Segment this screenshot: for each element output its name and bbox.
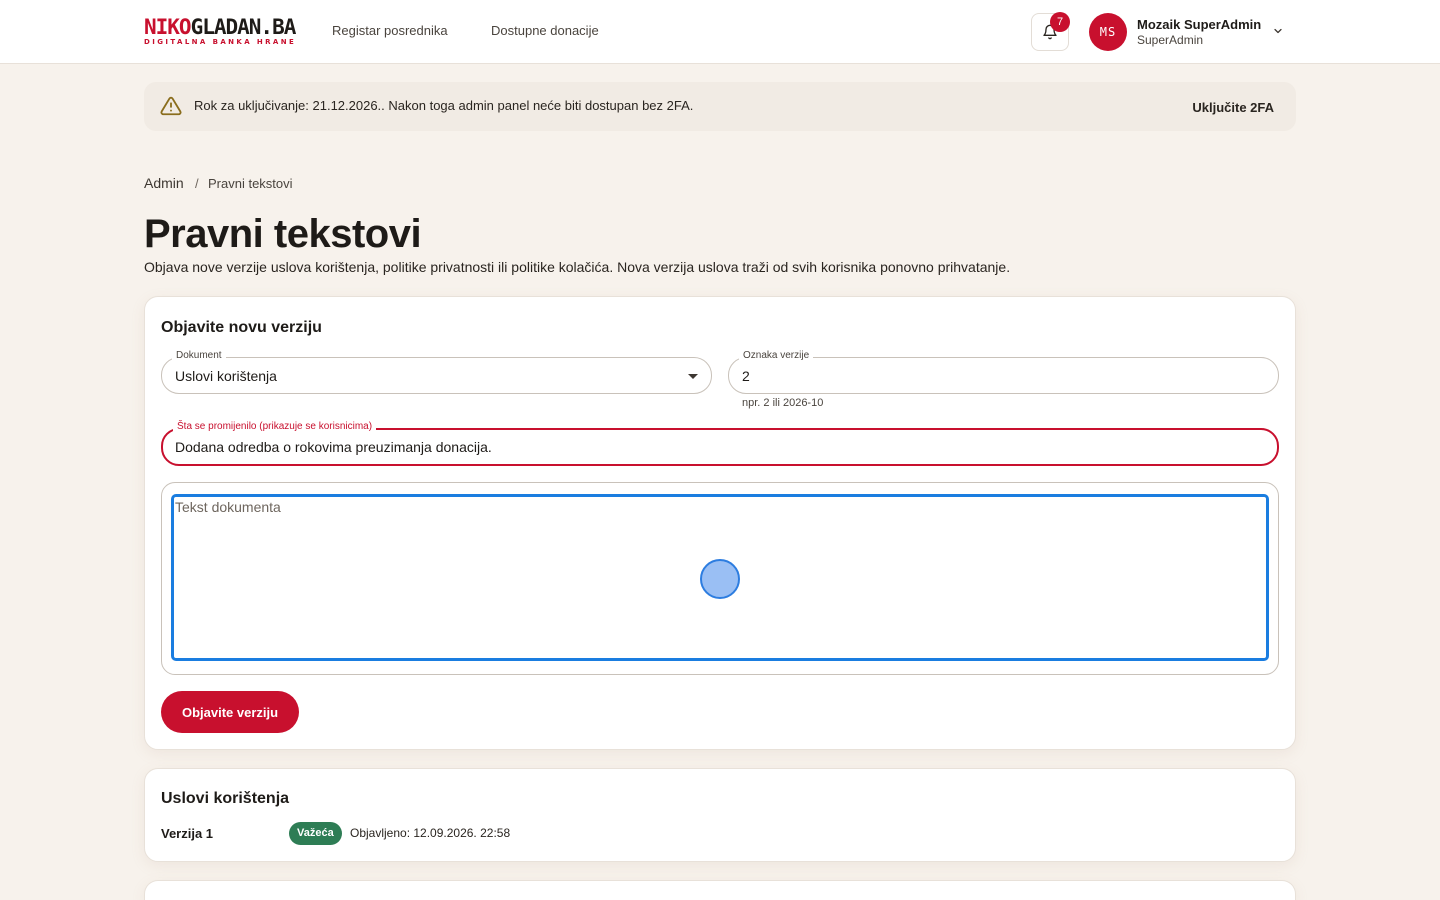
nav-dostupne-donacije[interactable]: Dostupne donacije [491, 23, 599, 38]
status-badge: Važeća [289, 822, 342, 845]
enable-2fa-button[interactable]: Uključite 2FA [1192, 100, 1274, 115]
changes-summary-input[interactable]: Šta se promijenilo (prikazuje se korisni… [161, 421, 1279, 466]
banner-message: Rok za uključivanje: 21.12.2026.. Nakon … [194, 98, 694, 113]
page-title: Pravni tekstovi [144, 212, 422, 256]
document-select-value: Uslovi korištenja [175, 368, 277, 384]
document-text-editor[interactable]: Tekst dokumenta [171, 494, 1269, 661]
logo[interactable]: NIKOGLADAN.BA DIGITALNA BANKA HRANE [144, 16, 296, 46]
caret-down-icon [688, 374, 698, 379]
terms-versions-card: Uslovi korištenja Verzija 1 Važeća Objav… [144, 768, 1296, 862]
changes-summary-label: Šta se promijenilo (prikazuje se korisni… [173, 421, 377, 432]
published-date: Objavljeno: 12.09.2026. 22:58 [350, 826, 511, 840]
user-role: SuperAdmin [1137, 33, 1204, 47]
publish-version-button[interactable]: Objavite verziju [161, 691, 299, 733]
publish-version-card: Objavite novu verziju Dokument Uslovi ko… [144, 296, 1296, 750]
page-description: Objava nove verzije uslova korištenja, p… [144, 259, 1011, 275]
breadcrumb-separator: / [195, 176, 199, 191]
pointer-cursor-indicator [700, 559, 740, 599]
top-bar: NIKOGLADAN.BA DIGITALNA BANKA HRANE Regi… [0, 0, 1440, 64]
document-select[interactable]: Dokument Uslovi korištenja [161, 350, 712, 394]
logo-tagline: DIGITALNA BANKA HRANE [144, 38, 297, 46]
publish-card-title: Objavite novu verziju [161, 319, 322, 336]
chevron-down-icon[interactable] [1272, 25, 1284, 37]
editor-placeholder: Tekst dokumenta [175, 499, 281, 515]
versions-card-title: Uslovi korištenja [161, 790, 290, 807]
breadcrumb-current: Pravni tekstovi [208, 176, 293, 191]
version-label-input-value: 2 [742, 368, 750, 384]
logo-wordmark: NIKOGLADAN.BA [144, 16, 296, 38]
next-document-card [144, 880, 1296, 900]
version-name: Verzija 1 [161, 826, 214, 841]
logo-part-gladan: GLADAN.BA [190, 15, 297, 39]
version-label-input[interactable]: Oznaka verzije 2 [728, 350, 1279, 394]
version-helper-text: npr. 2 ili 2026-10 [742, 397, 824, 409]
changes-summary-value: Dodana odredba o rokovima preuzimanja do… [175, 439, 492, 455]
avatar[interactable]: MS [1089, 13, 1127, 51]
two-factor-warning-banner: Rok za uključivanje: 21.12.2026.. Nakon … [144, 82, 1296, 131]
logo-part-niko: NIKO [144, 15, 192, 39]
breadcrumb-admin[interactable]: Admin [144, 175, 184, 191]
version-label-input-label: Oznaka verzije [739, 350, 814, 361]
notification-count-badge: 7 [1050, 12, 1070, 32]
nav-registar-posrednika[interactable]: Registar posrednika [332, 23, 448, 38]
user-name[interactable]: Mozaik SuperAdmin [1137, 17, 1261, 32]
document-select-label: Dokument [172, 350, 226, 361]
document-editor-container: Tekst dokumenta [161, 482, 1279, 675]
warning-icon [160, 96, 182, 116]
